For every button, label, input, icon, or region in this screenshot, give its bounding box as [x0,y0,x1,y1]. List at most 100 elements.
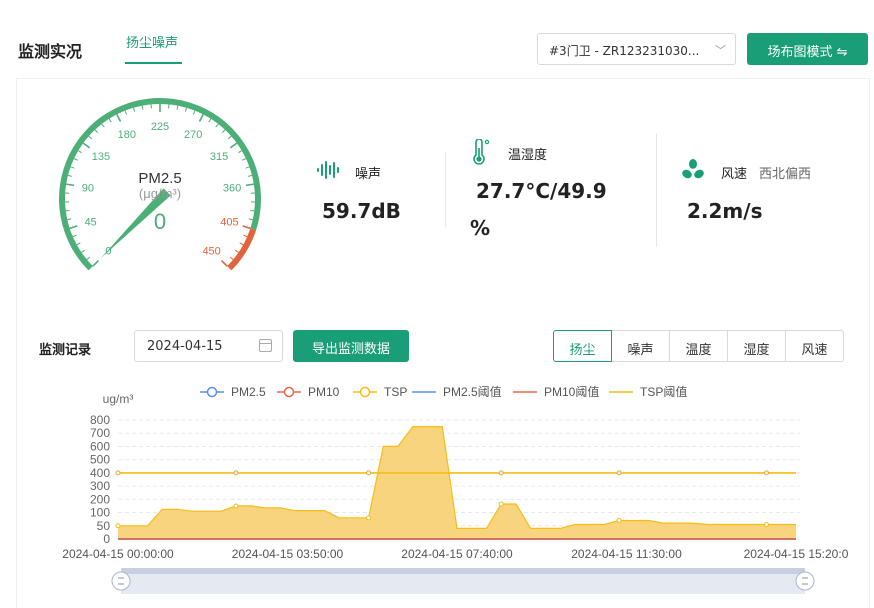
threshold-point [764,470,770,476]
layout-mode-button[interactable]: 场布图模式 ⇋ [747,33,868,65]
gauge-unit: (μg/m³) [139,186,181,201]
gauge-tick [82,142,91,149]
gauge-tick [76,242,81,246]
x-tick-label: 2024-04-15 11:30:00 [571,547,682,561]
gauge-tick [67,218,72,221]
wind-value: 2.2m/s [687,199,763,223]
zoom-slider-range [121,568,805,574]
tab-dust-noise[interactable]: 扬尘噪声 [126,32,178,51]
tab-active-underline [125,62,182,64]
gauge-tick [229,142,238,149]
data-point [764,521,770,527]
gauge-tick [184,107,187,112]
fan-icon [682,159,704,179]
gauge-tick [92,259,100,267]
data-point [498,501,504,507]
threshold-point [498,470,504,476]
stat-divider [656,134,657,247]
gauge-tick-label: 45 [84,217,96,229]
gauge-tick [245,166,250,169]
device-select-value: #3门卫 - ZR123231030... [549,44,700,58]
gauge-tick [239,242,244,246]
gauge-tick [101,123,105,128]
data-point [366,515,372,521]
gauge-tick-label: 225 [151,121,169,133]
y-tick-label: 500 [90,453,110,467]
data-point [616,517,622,523]
legend-item[interactable]: PM10 [277,385,340,399]
legend-label: PM2.5 [231,385,266,399]
gauge-tick [81,249,86,253]
gauge-tick [242,158,247,161]
legend-item[interactable]: PM10阈值 [513,384,599,399]
gauge-tick [86,256,91,260]
gauge-tick-label: 90 [82,183,94,195]
legend-item[interactable]: TSP阈值 [609,384,687,399]
gauge-name: PM2.5 [138,170,181,187]
x-tick-label: 2024-04-15 03:50:00 [232,547,344,561]
threshold-point [233,470,239,476]
temp-humidity-value: 27.7°C/49.9 [476,179,607,203]
gauge-tick [243,234,248,238]
gauge-tick [215,123,219,128]
noise-label: 噪声 [355,167,382,182]
gauge-tick [65,209,70,212]
gauge-arc-warning [227,228,257,271]
gauge-tick [248,174,253,177]
metric-tab-dust[interactable]: 扬尘 [553,330,612,362]
x-tick-label: 2024-04-15 00:00:00 [62,547,174,561]
export-data-button[interactable]: 导出监测数据 [293,330,409,362]
legend-item[interactable]: PM2.5阈值 [412,384,502,399]
legend-item[interactable]: PM2.5 [200,385,266,399]
gauge-tick [220,259,228,267]
gauge-tick [238,150,243,154]
gauge-value: 0 [154,209,166,234]
legend-label: TSP [384,385,407,399]
chevron-down-icon: ﹀ [715,44,726,57]
gauge-tick [94,129,99,134]
pm25-gauge: 0 45 90 135 180 225 270 315 360 405 450 PM2.5 (μg/… [59,98,261,271]
gauge-tick [108,118,112,123]
gauge-tick [193,110,196,115]
zoom-handle[interactable] [795,571,815,591]
gauge-tick [248,218,253,221]
gauge-tick [88,135,93,140]
threshold-point [616,470,622,476]
legend-item[interactable]: TSP [353,385,407,399]
sound-wave-icon [317,161,339,179]
gauge-tick-label: 135 [92,151,110,163]
date-picker[interactable]: 2024-04-15 [134,330,283,362]
metric-tabs: 扬尘 噪声 温度 湿度 风速 [553,330,844,362]
series-area-tsp [118,426,796,539]
metric-tab-temperature[interactable]: 温度 [669,330,728,362]
dust-chart: ug/m³ 050100200300400500600700800 2024-04-… [62,384,849,594]
thermometer-icon [473,139,490,165]
gauge-tick [67,174,72,177]
metric-tab-wind[interactable]: 风速 [785,330,844,362]
gauge-tick [221,129,226,134]
x-tick-label: 2024-04-15 07:40:00 [401,547,513,561]
zoom-handle[interactable] [111,571,131,591]
y-tick-label: 50 [97,519,111,533]
date-value: 2024-04-15 [147,339,223,354]
data-point [115,523,121,529]
stat-divider [445,152,446,227]
metric-tab-noise[interactable]: 噪声 [611,330,670,362]
records-label: 监测记录 [39,343,92,358]
gauge-tick-label: 270 [184,129,202,141]
metric-tab-humidity[interactable]: 湿度 [727,330,786,362]
wind-label: 风速 [721,167,748,182]
wind-direction: 西北偏西 [759,167,812,182]
temp-humidity-label: 温湿度 [508,148,548,163]
legend-label: PM2.5阈值 [443,384,502,399]
gauge-tick [66,183,75,187]
legend-label: TSP阈值 [640,384,687,399]
gauge-tick [72,234,77,238]
noise-value: 59.7dB [322,199,401,223]
y-tick-label: 200 [90,492,110,506]
gauge-tick-label: 180 [118,129,136,141]
gauge-tick [208,118,212,123]
device-select[interactable]: #3门卫 - ZR123231030... ﹀ [537,33,736,65]
gauge-tick [141,105,144,110]
gauge-tick [73,158,78,161]
